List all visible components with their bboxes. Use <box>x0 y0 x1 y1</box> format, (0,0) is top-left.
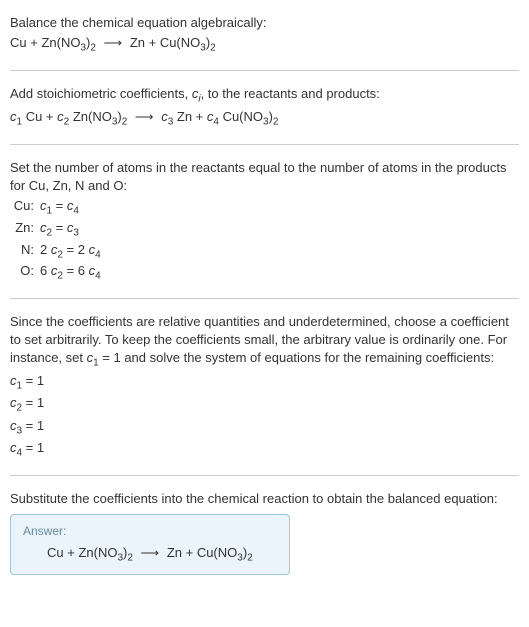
balanced-equation: Cu + Zn(NO3)2 ⟶ Zn + Cu(NO3)2 <box>23 544 277 566</box>
step1-text: Add stoichiometric coefficients, ci, to … <box>10 85 519 107</box>
intro-title: Balance the chemical equation algebraica… <box>10 14 519 32</box>
species-znno3: Zn(NO3)2 <box>41 35 95 50</box>
step-coefficients: Add stoichiometric coefficients, ci, to … <box>10 79 519 136</box>
element-label: Zn: <box>10 219 40 241</box>
plus-sign: + <box>145 35 160 50</box>
element-equation: c2 = c3 <box>40 219 519 241</box>
step-solve: Since the coefficients are relative quan… <box>10 307 519 467</box>
unbalanced-equation: Cu + Zn(NO3)2 ⟶ Zn + Cu(NO3)2 <box>10 34 519 56</box>
step3-text: Since the coefficients are relative quan… <box>10 313 519 371</box>
equation-with-coefficients: c1 Cu + c2 Zn(NO3)2 ⟶ c3 Zn + c4 Cu(NO3)… <box>10 108 519 130</box>
species-cuno3: Cu(NO3)2 <box>160 35 216 50</box>
intro-section: Balance the chemical equation algebraica… <box>10 8 519 62</box>
divider <box>10 144 519 145</box>
answer-box: Answer: Cu + Zn(NO3)2 ⟶ Zn + Cu(NO3)2 <box>10 514 290 574</box>
divider <box>10 70 519 71</box>
solution-row: c2 = 1 <box>10 394 519 416</box>
element-label: N: <box>10 241 40 263</box>
divider <box>10 475 519 476</box>
element-label: Cu: <box>10 197 40 219</box>
reaction-arrow: ⟶ <box>100 35 127 50</box>
element-equation: 6 c2 = 6 c4 <box>40 262 519 284</box>
step4-text: Substitute the coefficients into the che… <box>10 490 519 508</box>
step-substitute: Substitute the coefficients into the che… <box>10 484 519 581</box>
species-cu: Cu <box>10 35 27 50</box>
element-equation: 2 c2 = 2 c4 <box>40 241 519 263</box>
species-zn: Zn <box>130 35 145 50</box>
step-atom-balance: Set the number of atoms in the reactants… <box>10 153 519 290</box>
solution-list: c1 = 1 c2 = 1 c3 = 1 c4 = 1 <box>10 372 519 461</box>
atom-balance-grid: Cu: c1 = c4 Zn: c2 = c3 N: 2 c2 = 2 c4 O… <box>10 197 519 283</box>
answer-label: Answer: <box>23 523 277 540</box>
solution-row: c3 = 1 <box>10 417 519 439</box>
plus-sign: + <box>27 35 42 50</box>
solution-row: c1 = 1 <box>10 372 519 394</box>
element-label: O: <box>10 262 40 284</box>
solution-row: c4 = 1 <box>10 439 519 461</box>
step2-text: Set the number of atoms in the reactants… <box>10 159 519 195</box>
divider <box>10 298 519 299</box>
element-equation: c1 = c4 <box>40 197 519 219</box>
